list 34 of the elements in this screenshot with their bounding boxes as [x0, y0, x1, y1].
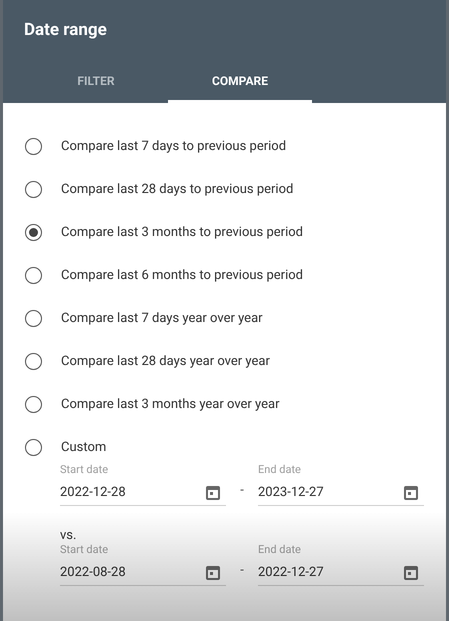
calendar-icon[interactable] — [206, 485, 220, 500]
dialog-title: Date range — [24, 20, 107, 40]
option-label[interactable]: Custom — [61, 438, 106, 458]
option-label[interactable]: Compare last 3 months year over year — [61, 394, 280, 414]
radio-button[interactable] — [25, 439, 42, 456]
field-label: End date — [258, 463, 302, 477]
range-separator: - — [239, 482, 245, 500]
calendar-icon[interactable] — [206, 565, 220, 580]
calendar-icon[interactable] — [404, 485, 418, 500]
option-label[interactable]: Compare last 3 months to previous period — [61, 222, 303, 242]
field-label: Start date — [60, 543, 110, 557]
radio-button[interactable] — [25, 396, 42, 413]
radio-button[interactable] — [25, 310, 42, 327]
range-separator: - — [239, 562, 245, 580]
option-label[interactable]: Compare last 28 days year over year — [61, 352, 270, 372]
radio-button[interactable] — [25, 181, 42, 198]
date-field[interactable]: 2023-12-27 — [258, 480, 424, 506]
option-label[interactable]: Compare last 28 days to previous period — [61, 180, 294, 200]
tab[interactable]: COMPARE — [168, 62, 312, 103]
option-label[interactable]: Compare last 7 days to previous period — [61, 136, 286, 156]
field-label: Start date — [60, 463, 110, 477]
option-label[interactable]: Compare last 7 days year over year — [61, 308, 263, 328]
date-field[interactable]: 2022-12-28 — [60, 480, 226, 506]
radio-button[interactable] — [25, 267, 42, 284]
radio-button[interactable] — [25, 353, 42, 370]
field-label: End date — [258, 543, 302, 557]
vs-label: vs. — [60, 528, 78, 543]
calendar-icon[interactable] — [404, 565, 418, 580]
date-field[interactable]: 2022-12-27 — [258, 560, 424, 586]
radio-button[interactable] — [25, 138, 42, 155]
radio-button[interactable] — [25, 224, 42, 241]
option-label[interactable]: Compare last 6 months to previous period — [61, 266, 303, 286]
tab[interactable]: FILTER — [24, 62, 168, 103]
date-field[interactable]: 2022-08-28 — [60, 560, 226, 586]
